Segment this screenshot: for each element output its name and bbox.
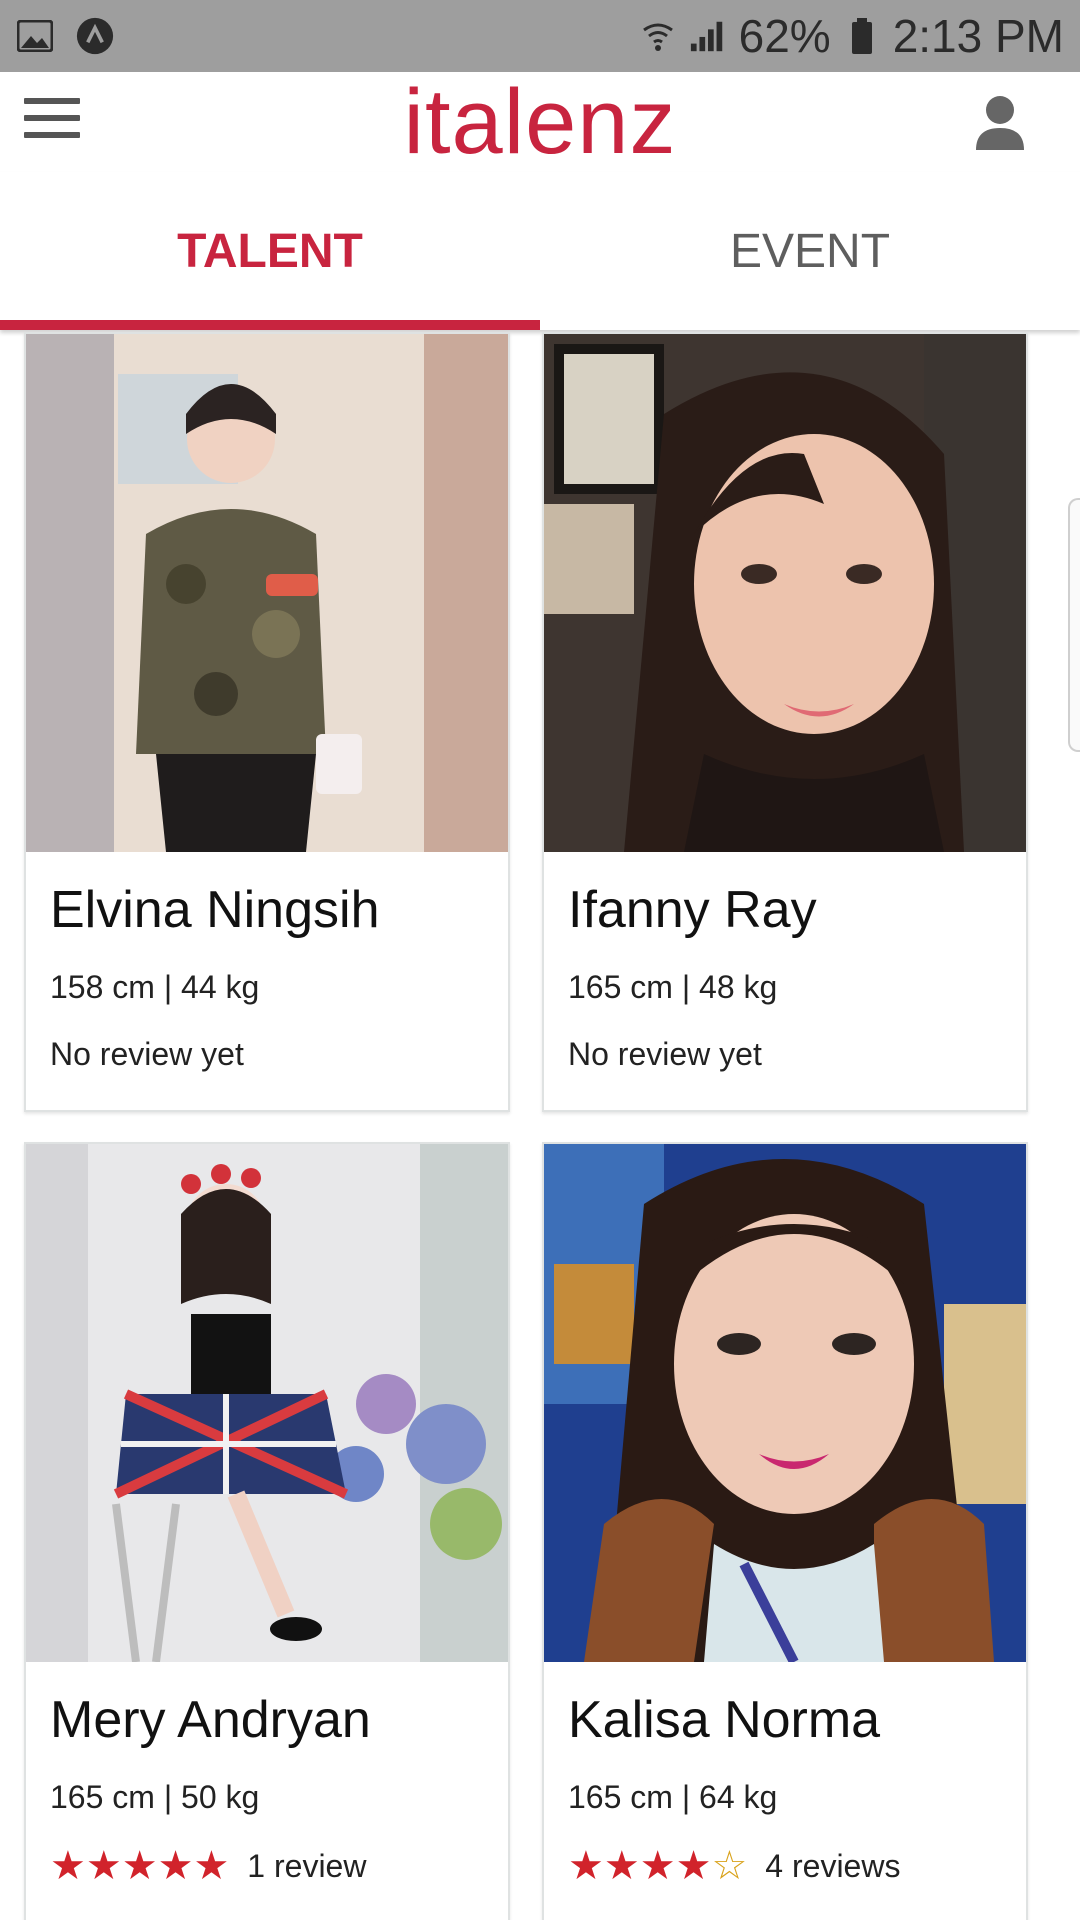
talent-photo [26, 334, 508, 852]
talent-stats: 165 cm | 50 kg [50, 1779, 260, 1816]
talent-review: No review yet [50, 1036, 484, 1073]
talent-photo [544, 1144, 1026, 1662]
signal-icon [689, 17, 727, 55]
talent-stats: 165 cm | 48 kg [568, 969, 778, 1006]
talent-name: Kalisa Norma [568, 1691, 881, 1749]
status-bar-left [16, 17, 114, 55]
star-empty-icon: ☆ [711, 1844, 748, 1889]
star-filled-icon: ★ [639, 1844, 676, 1889]
talent-stats: 165 cm | 64 kg [568, 1779, 778, 1816]
review-text: 4 reviews [765, 1847, 901, 1884]
star-filled-icon: ★ [157, 1844, 194, 1889]
review-text: 1 review [247, 1847, 367, 1884]
talent-stats: 158 cm | 44 kg [50, 969, 260, 1006]
profile-button[interactable] [974, 94, 1026, 150]
talent-review: No review yet [568, 1036, 1002, 1073]
person-icon [976, 96, 1024, 150]
wifi-icon [639, 17, 677, 55]
review-text: No review yet [50, 1036, 244, 1073]
talent-card[interactable]: Kalisa Norma 165 cm | 64 kg ★ ★ ★ ★ ☆ 4 revi… [542, 1142, 1028, 1920]
talent-name: Ifanny Ray [568, 881, 817, 939]
talent-info: Elvina Ningsih 158 cm | 44 kg No review … [26, 852, 508, 1110]
app-a-icon [76, 17, 114, 55]
rating-stars: ★ ★ ★ ★ ★ [50, 1846, 229, 1886]
hamburger-icon-line [24, 115, 80, 121]
hamburger-icon-line [24, 132, 80, 138]
star-filled-icon: ★ [193, 1844, 230, 1889]
star-filled-icon: ★ [85, 1844, 122, 1889]
talent-photo [26, 1144, 508, 1662]
tab-bar: TALENT EVENT [0, 172, 1080, 330]
app-logo: italenz [403, 71, 677, 173]
talent-info: Mery Andryan 165 cm | 50 kg ★ ★ ★ ★ ★ 1 revi… [26, 1662, 508, 1920]
talent-card[interactable]: Ifanny Ray 165 cm | 48 kg No review yet [542, 332, 1028, 1112]
talent-info: Kalisa Norma 165 cm | 64 kg ★ ★ ★ ★ ☆ 4 revi… [544, 1662, 1026, 1920]
rating-stars: ★ ★ ★ ★ ☆ [568, 1846, 747, 1886]
clock: 2:13 PM [892, 10, 1064, 62]
talent-card[interactable]: Elvina Ningsih 158 cm | 44 kg No review … [24, 332, 510, 1112]
status-bar-right: 62% 2:13 PM [639, 9, 1064, 63]
menu-button[interactable] [24, 98, 84, 148]
star-filled-icon: ★ [675, 1844, 712, 1889]
gallery-icon [16, 17, 54, 55]
star-filled-icon: ★ [50, 1844, 86, 1889]
battery-icon [843, 17, 881, 55]
review-text: No review yet [568, 1036, 762, 1073]
talent-info: Ifanny Ray 165 cm | 48 kg No review yet [544, 852, 1026, 1110]
star-filled-icon: ★ [603, 1844, 640, 1889]
status-bar: 62% 2:13 PM [0, 0, 1080, 72]
talent-name: Elvina Ningsih [50, 881, 380, 939]
talent-review: ★ ★ ★ ★ ☆ 4 reviews [568, 1846, 1002, 1886]
talent-name: Mery Andryan [50, 1691, 371, 1749]
talent-review: ★ ★ ★ ★ ★ 1 review [50, 1846, 484, 1886]
tab-event[interactable]: EVENT [540, 172, 1080, 330]
hamburger-icon-line [24, 98, 80, 104]
battery-percent: 62% [738, 10, 831, 62]
star-filled-icon: ★ [121, 1844, 158, 1889]
star-filled-icon: ★ [568, 1844, 604, 1889]
talent-card[interactable]: Mery Andryan 165 cm | 50 kg ★ ★ ★ ★ ★ 1 revi… [24, 1142, 510, 1920]
app-header: italenz [0, 72, 1080, 172]
tab-talent[interactable]: TALENT [0, 172, 540, 330]
side-drawer-handle[interactable] [1068, 498, 1080, 752]
talent-photo [544, 334, 1026, 852]
